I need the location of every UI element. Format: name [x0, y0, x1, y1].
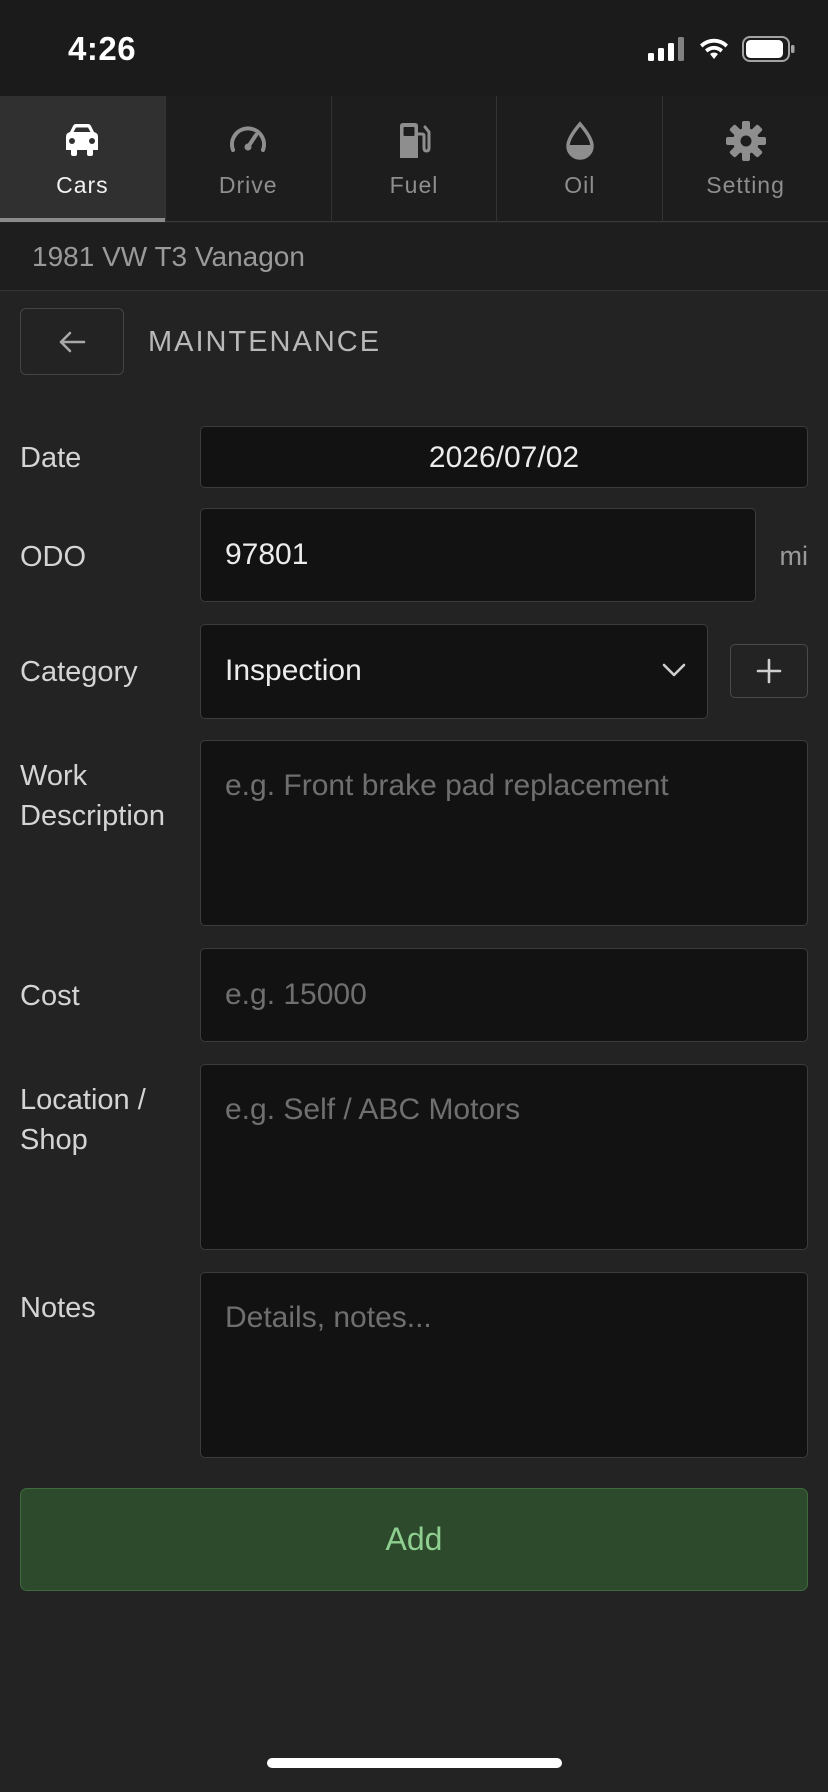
cellular-signal-icon: [648, 37, 684, 61]
add-button[interactable]: Add: [20, 1488, 808, 1591]
category-select[interactable]: Inspection: [200, 624, 708, 719]
tab-oil-label: Oil: [564, 171, 596, 198]
work-description-label: Work Description: [20, 756, 165, 836]
speedometer-icon: [230, 126, 267, 152]
oil-drop-icon: [566, 120, 594, 160]
category-label: Category: [20, 656, 138, 688]
date-value: 2026/07/02: [428, 441, 580, 474]
location-label-line2: Shop: [20, 1124, 88, 1156]
date-label: Date: [20, 442, 82, 474]
odo-unit: mi: [779, 541, 809, 571]
work-description-placeholder: e.g. Front brake pad replacement: [225, 769, 669, 802]
selected-car-bar[interactable]: 1981 VW T3 Vanagon: [0, 223, 828, 291]
add-button-label: Add: [385, 1521, 443, 1557]
location-placeholder: e.g. Self / ABC Motors: [225, 1093, 521, 1126]
tab-fuel[interactable]: Fuel: [330, 96, 497, 222]
date-input[interactable]: 2026/07/02: [200, 426, 808, 488]
location-label-line1: Location /: [20, 1084, 146, 1116]
status-time: 4:26: [68, 30, 137, 67]
arrow-left-icon: [59, 331, 86, 352]
location-textarea[interactable]: e.g. Self / ABC Motors: [200, 1064, 808, 1250]
cost-label: Cost: [20, 980, 80, 1012]
selected-car-name: 1981 VW T3 Vanagon: [32, 241, 305, 272]
tab-fuel-label: Fuel: [389, 171, 439, 198]
notes-textarea[interactable]: Details, notes...: [200, 1272, 808, 1458]
tab-oil[interactable]: Oil: [496, 96, 662, 222]
odo-label: ODO: [20, 541, 87, 573]
car-icon: [66, 123, 99, 156]
app-screen: 4:26 Cars Drive Fuel Oil Setting 1981 VW…: [0, 0, 828, 1792]
status-icons: [648, 36, 796, 62]
add-category-button[interactable]: [730, 644, 808, 698]
tab-setting[interactable]: Setting: [662, 96, 828, 222]
tab-bar: Cars Drive Fuel Oil Setting: [0, 96, 828, 222]
notes-label: Notes: [20, 1292, 96, 1324]
battery-icon: [742, 36, 795, 62]
tab-cars[interactable]: Cars: [0, 96, 165, 222]
tab-drive-label: Drive: [218, 171, 278, 198]
odo-input[interactable]: 97801: [200, 508, 756, 602]
gear-icon: [725, 120, 766, 161]
odo-value: 97801: [225, 538, 309, 571]
work-description-label-line2: Description: [20, 800, 166, 832]
home-indicator[interactable]: [267, 1758, 562, 1768]
cost-placeholder: e.g. 15000: [225, 978, 367, 1011]
work-description-textarea[interactable]: e.g. Front brake pad replacement: [200, 740, 808, 926]
work-description-label-line1: Work: [20, 760, 88, 792]
chevron-down-icon: [662, 663, 686, 677]
plus-icon: [756, 658, 782, 684]
tab-drive[interactable]: Drive: [164, 96, 331, 222]
cost-input[interactable]: e.g. 15000: [200, 948, 808, 1042]
fuel-pump-icon: [399, 122, 431, 158]
section-title: MAINTENANCE: [148, 326, 382, 358]
tab-cars-label: Cars: [56, 171, 109, 198]
location-label: Location / Shop: [20, 1080, 146, 1160]
category-value: Inspection: [225, 654, 362, 687]
tab-setting-label: Setting: [706, 171, 785, 198]
status-bar: 4:26: [0, 0, 828, 96]
wifi-icon: [700, 38, 728, 59]
back-button[interactable]: [20, 308, 124, 375]
notes-placeholder: Details, notes...: [225, 1301, 432, 1334]
